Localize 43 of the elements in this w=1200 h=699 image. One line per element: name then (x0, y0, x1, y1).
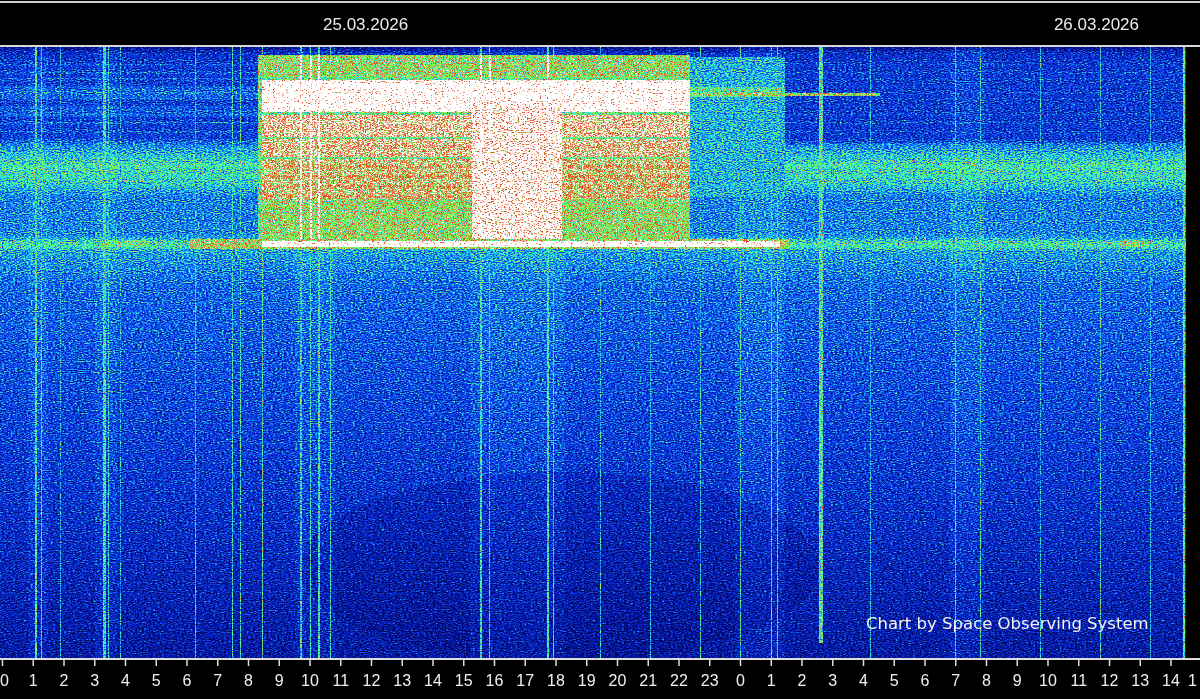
hour-label: 4 (121, 672, 130, 689)
chart-credit: Chart by Space Observing System (866, 614, 1149, 633)
hour-label: 23 (700, 672, 719, 689)
hour-label: 5 (889, 672, 899, 689)
hour-label: 15 (454, 672, 473, 689)
hour-label: 8 (244, 672, 253, 689)
hour-label: 2 (59, 672, 69, 689)
hour-label: 0 (736, 672, 745, 689)
hour-label: 20 (608, 672, 627, 689)
hour-label: 16 (485, 672, 504, 689)
hour-label: 21 (639, 672, 658, 689)
hour-label: 12 (1100, 672, 1119, 689)
hour-label: 2 (797, 672, 807, 689)
hour-label: 13 (393, 672, 412, 689)
hour-label: 4 (859, 672, 868, 689)
date-label: 25.03.2026 (323, 15, 409, 33)
hour-label: 18 (547, 672, 565, 689)
hour-label: 1 (1188, 672, 1197, 689)
hour-label: 10 (301, 672, 319, 689)
hour-label: 1 (28, 672, 38, 689)
hour-label: 6 (182, 672, 192, 689)
hour-label: 11 (332, 672, 350, 689)
hour-label: 5 (151, 672, 161, 689)
hour-label: 17 (516, 672, 535, 689)
hour-label: 6 (920, 672, 930, 689)
hour-label: 3 (828, 672, 838, 689)
hour-label: 7 (951, 672, 961, 689)
hour-label: 10 (1039, 672, 1057, 689)
hour-label: 14 (1162, 672, 1180, 689)
hour-label: 19 (577, 672, 596, 689)
hour-label: 14 (424, 672, 442, 689)
hour-label: 8 (982, 672, 991, 689)
hour-label: 7 (213, 672, 223, 689)
hour-label: 13 (1131, 672, 1150, 689)
hour-label: 9 (1012, 672, 1022, 689)
hour-label: 9 (274, 672, 284, 689)
hour-label: 3 (90, 672, 100, 689)
hour-label: 12 (362, 672, 381, 689)
date-label: 26.03.2026 (1053, 15, 1139, 33)
hour-label: 22 (670, 672, 688, 689)
hour-label: 1 (766, 672, 776, 689)
hour-label: 11 (1070, 672, 1088, 689)
hour-label: 0 (0, 672, 9, 689)
